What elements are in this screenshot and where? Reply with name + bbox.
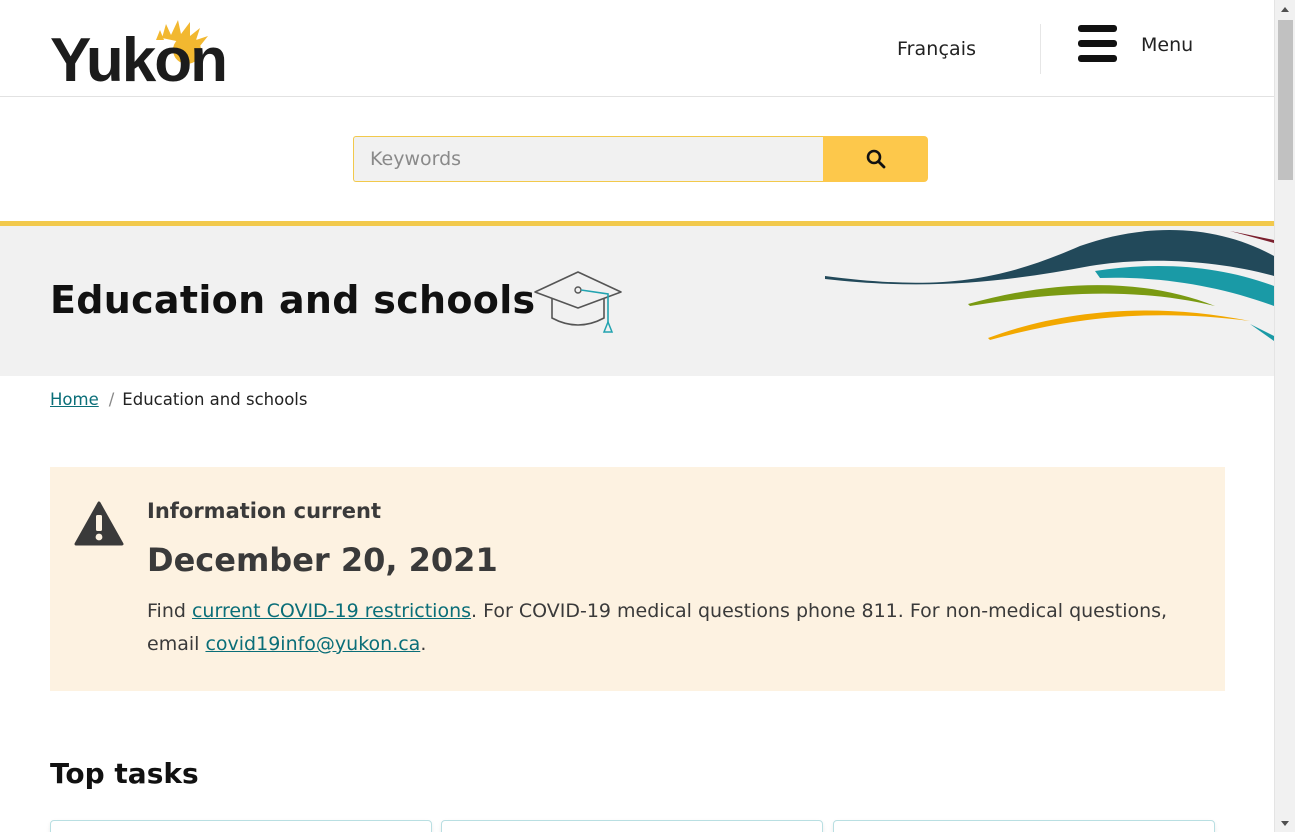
decorative-swoosh-graphic bbox=[825, 229, 1274, 341]
covid-alert-box: Information current December 20, 2021 Fi… bbox=[50, 467, 1225, 691]
breadcrumb: Home / Education and schools bbox=[50, 390, 307, 409]
covid-restrictions-link[interactable]: current COVID-19 restrictions bbox=[192, 600, 471, 622]
search-button[interactable] bbox=[823, 136, 928, 182]
covid-email-link[interactable]: covid19info@yukon.ca bbox=[205, 633, 420, 655]
scroll-down-arrow-icon[interactable] bbox=[1275, 815, 1295, 832]
page-hero: Education and schools bbox=[0, 221, 1274, 376]
page-title: Education and schools bbox=[50, 278, 536, 322]
alert-label: Information current bbox=[147, 499, 382, 523]
alert-message: Find current COVID-19 restrictions. For … bbox=[147, 595, 1207, 661]
search-bar bbox=[0, 97, 1274, 221]
search-icon bbox=[866, 149, 886, 169]
breadcrumb-home-link[interactable]: Home bbox=[50, 390, 99, 409]
alert-text-end: . bbox=[420, 633, 427, 655]
svg-text:Yukon: Yukon bbox=[50, 26, 226, 86]
site-header: Yukon Français Menu bbox=[0, 0, 1274, 97]
alert-text-find: Find bbox=[147, 600, 186, 622]
hamburger-menu-icon bbox=[1078, 24, 1117, 64]
warning-icon bbox=[74, 501, 124, 546]
top-task-card[interactable] bbox=[833, 820, 1215, 832]
breadcrumb-separator: / bbox=[108, 390, 115, 409]
scroll-up-arrow-icon[interactable] bbox=[1275, 0, 1295, 17]
breadcrumb-current: Education and schools bbox=[122, 390, 308, 409]
yukon-logo-icon: Yukon bbox=[50, 20, 228, 86]
top-tasks-heading: Top tasks bbox=[50, 757, 199, 790]
menu-button[interactable]: Menu bbox=[1078, 24, 1208, 66]
scrollbar-thumb[interactable] bbox=[1278, 20, 1293, 180]
yukon-logo[interactable]: Yukon bbox=[50, 8, 250, 86]
top-task-card[interactable] bbox=[441, 820, 823, 832]
graduation-cap-icon bbox=[534, 271, 622, 333]
language-toggle-link[interactable]: Français bbox=[897, 38, 976, 60]
vertical-scrollbar[interactable] bbox=[1274, 0, 1295, 832]
menu-label: Menu bbox=[1141, 34, 1194, 56]
header-divider bbox=[1040, 24, 1041, 74]
alert-date: December 20, 2021 bbox=[147, 541, 498, 579]
top-task-card[interactable] bbox=[50, 820, 432, 832]
search-input[interactable] bbox=[353, 136, 823, 182]
